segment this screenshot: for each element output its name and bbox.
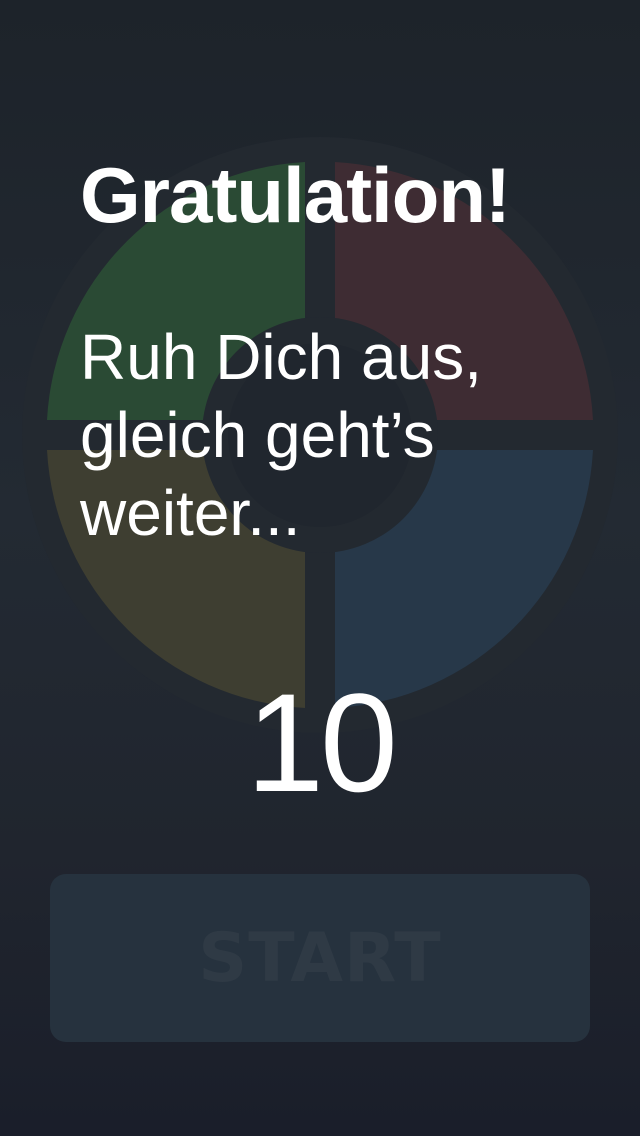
start-button-label: START bbox=[198, 918, 442, 998]
game-screen: Gratulation! Ruh Dich aus, gleich geht’s… bbox=[0, 0, 640, 1136]
countdown-number: 10 bbox=[246, 664, 398, 821]
congrats-title: Gratulation! bbox=[80, 151, 511, 239]
rest-message: Ruh Dich aus, gleich geht’s weiter... bbox=[80, 321, 482, 549]
start-button[interactable]: START bbox=[50, 874, 590, 1042]
